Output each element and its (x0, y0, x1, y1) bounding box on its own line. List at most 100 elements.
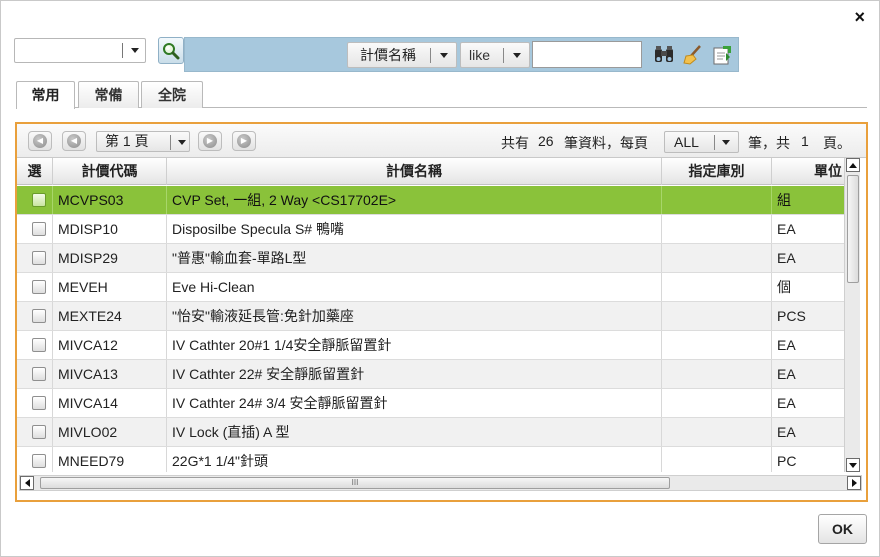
cell-store (662, 389, 772, 417)
first-page-button[interactable]: ◀ (28, 131, 52, 151)
table-row[interactable]: MIVCA14 IV Cathter 24# 3/4 安全靜脈留置針 EA (17, 389, 844, 418)
cell-name: "普惠"輸血套-單路L型 (167, 244, 662, 272)
pages-prefix: 筆，共 (748, 135, 790, 151)
page-select[interactable]: 第 1 頁 (96, 131, 190, 152)
table-row[interactable]: MIVLO02 IV Lock (直插) A 型 EA (17, 418, 844, 447)
tab-hospital-wide[interactable]: 全院 (141, 81, 203, 108)
search-value-input[interactable] (532, 41, 642, 68)
rows-per-page-value: ALL (674, 134, 699, 150)
search-field-select[interactable]: 計價名稱 (347, 42, 457, 68)
pager-bar: ◀ ◀ 第 1 頁 ▶ ▶ 共有 26 筆資料，每頁 ALL 筆，共 1 頁。 (17, 124, 866, 158)
cell-name: IV Cathter 24# 3/4 安全靜脈留置針 (167, 389, 662, 417)
column-header-unit[interactable]: 單位 (772, 158, 844, 185)
cell-unit: EA (777, 250, 796, 266)
cell-select (17, 389, 53, 417)
row-checkbox[interactable] (32, 251, 46, 265)
horizontal-scrollbar[interactable]: III (19, 475, 862, 491)
cell-name: Eve Hi-Clean (167, 273, 662, 301)
clear-button[interactable] (681, 43, 705, 67)
row-checkbox[interactable] (32, 367, 46, 381)
row-checkbox[interactable] (32, 396, 46, 410)
cell-select (17, 360, 53, 388)
operator-select[interactable]: like (460, 42, 530, 68)
tab-common[interactable]: 常用 (16, 81, 75, 109)
scroll-down-icon[interactable] (846, 458, 860, 472)
row-checkbox[interactable] (32, 425, 46, 439)
cell-code: MDISP10 (53, 215, 167, 243)
ok-button[interactable]: OK (818, 514, 867, 544)
horizontal-scroll-thumb[interactable]: III (40, 477, 670, 489)
cell-name: CVP Set, 一組, 2 Way <CS17702E> (167, 186, 662, 214)
scroll-up-icon[interactable] (846, 158, 860, 172)
cell-unit: EA (777, 221, 796, 237)
row-checkbox[interactable] (32, 309, 46, 323)
column-header-code[interactable]: 計價代碼 (53, 158, 167, 185)
last-page-button[interactable]: ▶ (232, 131, 256, 151)
pages-suffix: 頁。 (823, 135, 851, 151)
operator-label: like (469, 47, 491, 63)
grid-body: MCVPS03 CVP Set, 一組, 2 Way <CS17702E> 組 MDI… (17, 186, 844, 472)
column-header-store[interactable]: 指定庫別 (662, 158, 772, 185)
cell-code: MIVCA13 (53, 360, 167, 388)
table-row[interactable]: MNEED79 22G*1 1/4"針頭 PC (17, 447, 844, 472)
cell-store (662, 331, 772, 359)
table-row[interactable]: MIVCA12 IV Cathter 20#1 1/4安全靜脈留置針 EA (17, 331, 844, 360)
page-select-label: 第 1 頁 (105, 133, 149, 149)
cell-name: "怡安"輸液延長管:免針加藥座 (167, 302, 662, 330)
cell-select (17, 273, 53, 301)
table-row[interactable]: MIVCA13 IV Cathter 22# 安全靜脈留置針 EA (17, 360, 844, 389)
cell-name: 22G*1 1/4"針頭 (167, 447, 662, 472)
cell-name: IV Cathter 20#1 1/4安全靜脈留置針 (167, 331, 662, 359)
cell-store (662, 244, 772, 272)
cell-select (17, 215, 53, 243)
cell-select (17, 302, 53, 330)
cell-code: MDISP29 (53, 244, 167, 272)
column-header-name[interactable]: 計價名稱 (167, 158, 662, 185)
row-checkbox[interactable] (32, 222, 46, 236)
cell-store (662, 360, 772, 388)
export-icon (713, 46, 731, 65)
cell-code: MIVCA14 (53, 389, 167, 417)
cell-select (17, 418, 53, 446)
cell-select (17, 186, 53, 214)
table-row[interactable]: MEXTE24 "怡安"輸液延長管:免針加藥座 PCS (17, 302, 844, 331)
cell-name: Disposilbe Specula S# 鴨嘴 (167, 215, 662, 243)
row-checkbox[interactable] (32, 280, 46, 294)
scroll-left-icon[interactable] (20, 476, 34, 490)
find-button[interactable] (652, 43, 676, 67)
next-page-icon: ▶ (203, 134, 217, 148)
filter-combo[interactable] (14, 38, 146, 63)
broom-icon (683, 45, 701, 65)
table-row[interactable]: MEVEH Eve Hi-Clean 個 (17, 273, 844, 302)
search-button[interactable] (158, 37, 184, 64)
search-field-label: 計價名稱 (360, 47, 416, 63)
prev-page-button[interactable]: ◀ (62, 131, 86, 151)
table-row[interactable]: MCVPS03 CVP Set, 一組, 2 Way <CS17702E> 組 (17, 186, 844, 215)
row-checkbox[interactable] (32, 193, 46, 207)
total-pages: 1 (801, 133, 809, 149)
row-checkbox[interactable] (32, 454, 46, 468)
table-row[interactable]: MDISP10 Disposilbe Specula S# 鴨嘴 EA (17, 215, 844, 244)
chevron-down-icon (178, 140, 186, 145)
cell-select (17, 244, 53, 272)
export-button[interactable] (710, 43, 734, 67)
cell-store (662, 186, 772, 214)
close-icon[interactable]: × (854, 8, 865, 26)
rows-per-page-select[interactable]: ALL (664, 131, 739, 153)
cell-code: MIVLO02 (53, 418, 167, 446)
vertical-scrollbar[interactable] (844, 158, 860, 472)
total-count: 26 (538, 133, 554, 149)
tab-stock[interactable]: 常備 (78, 81, 139, 108)
column-header-select[interactable]: 選 (17, 158, 53, 185)
scroll-right-icon[interactable] (847, 476, 861, 490)
cell-unit: EA (777, 366, 796, 382)
table-row[interactable]: MDISP29 "普惠"輸血套-單路L型 EA (17, 244, 844, 273)
cell-unit: PCS (777, 308, 806, 324)
next-page-button[interactable]: ▶ (198, 131, 222, 151)
row-checkbox[interactable] (32, 338, 46, 352)
vertical-scroll-thumb[interactable] (847, 175, 859, 283)
total-prefix: 共有 (501, 135, 529, 151)
cell-store (662, 447, 772, 472)
first-page-icon: ◀ (33, 134, 47, 148)
grid-panel: ◀ ◀ 第 1 頁 ▶ ▶ 共有 26 筆資料，每頁 ALL 筆，共 1 頁。 … (15, 122, 868, 502)
